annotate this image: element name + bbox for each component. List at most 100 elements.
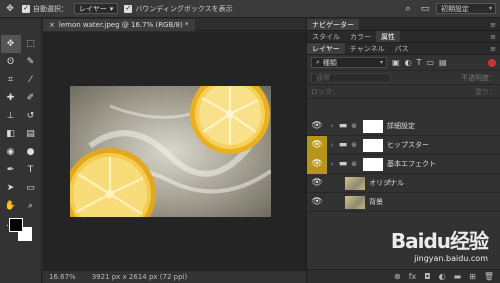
filter-toggle[interactable] [488,58,496,67]
eraser-tool-icon[interactable]: ◧ [1,125,21,143]
panel-menu-icon[interactable]: ≡ [486,19,500,30]
lock-row: ロック： 塗り： [307,85,500,99]
tab-navigator[interactable]: ナビゲーター [307,19,359,30]
close-icon[interactable]: × [49,21,55,29]
move-tool-icon[interactable]: ✥ [0,35,21,53]
path-select-tool-icon[interactable]: ➤ [1,179,21,197]
shape-tool-icon[interactable]: ▭ [21,179,41,197]
blend-mode-dropdown[interactable]: 通常 [311,72,391,83]
quick-select-tool-icon[interactable]: ✎ [21,53,41,71]
smart-object-filter-icon[interactable]: ▤ [439,58,447,67]
layer-kind-dropdown[interactable]: ⌕ 種類 [311,57,387,68]
eye-icon[interactable]: 👁 [307,117,327,136]
bounding-box-group[interactable]: ✓ バウンディングボックスを表示 [124,4,233,14]
color-swatches[interactable] [6,215,38,247]
fx-icon[interactable]: fx [409,272,417,281]
adjustment-layer-icon[interactable]: ◐ [439,272,446,281]
document-tab-bar: × lemon water.jpeg @ 16.7% (RGB/8) * [43,19,306,31]
zoom-tool-icon[interactable]: ⌕ [21,197,41,215]
new-group-icon[interactable]: ▬ [454,272,462,281]
bounding-box-checkbox[interactable]: ✓ [124,4,133,13]
layer-filter-row: ⌕ 種類 ▣ ◐ T ▭ ▤ [307,55,500,71]
eye-icon[interactable]: 👁 [307,174,327,193]
panel-menu-icon[interactable]: ≡ [486,31,500,42]
tab-styles[interactable]: スタイル [307,31,345,42]
layer-thumbnail[interactable] [345,195,365,209]
history-brush-tool-icon[interactable]: ↺ [21,107,41,125]
folder-icon: ▬ [338,159,348,169]
chevron-right-icon[interactable]: › [327,160,337,168]
layer-mask-thumbnail[interactable] [363,119,383,133]
layer-kind-label: 種類 [322,58,337,67]
folder-icon: ▬ [338,140,348,150]
pen-tool-icon[interactable]: ✒ [1,161,21,179]
layer-row[interactable]: 👁 › ▬ ⊗ 基本エフェクト [307,154,500,174]
type-tool-icon[interactable]: T [21,161,41,179]
tab-layers[interactable]: レイヤー [307,43,345,54]
eyedropper-tool-icon[interactable]: ⁄ [21,71,41,89]
document-info: 3921 px x 2614 px (72 ppi) [91,273,188,281]
link-icon: ⊗ [351,141,357,149]
baidu-logo: Baidu经验 [390,229,489,253]
document-tab[interactable]: × lemon water.jpeg @ 16.7% (RGB/8) * [43,19,195,31]
chevron-right-icon[interactable]: › [327,122,337,130]
hand-tool-icon[interactable]: ✋ [1,197,21,215]
new-layer-icon[interactable]: ⊞ [469,272,476,281]
auto-select-target-value: レイヤー [79,4,107,13]
link-layers-icon[interactable]: ⊗ [394,272,401,281]
tab-properties[interactable]: 属性 [376,31,400,42]
link-icon: ⊗ [351,122,357,130]
layer-mask-thumbnail[interactable] [363,138,383,152]
watermark: Baidu经验 jingyan.baidu.com [390,225,489,263]
eye-icon[interactable]: 👁 [307,135,327,155]
brush-tool-icon[interactable]: ✐ [21,89,41,107]
add-mask-icon[interactable]: ◘ [424,272,430,281]
pixel-filter-icon[interactable]: ▣ [392,58,400,67]
eye-icon[interactable]: 👁 [307,154,327,174]
layer-thumbnail[interactable] [345,176,365,190]
move-tool-icon[interactable]: ✥ [4,3,16,15]
marquee-tool-icon[interactable]: ⬚ [21,35,41,53]
tab-channels[interactable]: チャンネル [345,43,390,54]
tab-color[interactable]: カラー [345,31,376,42]
layer-row[interactable]: 👁 › ▬ ⊗ 詳細設定 [307,117,500,136]
layer-row[interactable]: 👁 オリジナル [307,174,500,193]
shape-filter-icon[interactable]: ▭ [426,58,434,67]
workspace-icon[interactable]: ▭ [419,3,431,15]
tab-paths[interactable]: パス [390,43,414,54]
stamp-tool-icon[interactable]: ⊥ [1,107,21,125]
layer-name: 詳細設定 [387,122,415,130]
foreground-color-swatch[interactable] [9,218,23,232]
dodge-tool-icon[interactable]: ● [21,143,41,161]
layers-list: 👁 › ▬ ⊗ 詳細設定 👁 › ▬ ⊗ ヒップスター 👁 › ▬ ⊗ 基本エフ… [307,117,500,212]
chevron-right-icon[interactable]: › [327,141,337,149]
search-icon[interactable]: ⌕ [402,3,414,15]
search-icon: ⌕ [316,58,320,66]
blur-tool-icon[interactable]: ◉ [1,143,21,161]
blend-row: 通常 不透明度： [307,71,500,85]
layer-row[interactable]: 👁 背景 [307,193,500,212]
layer-mask-thumbnail[interactable] [363,157,383,171]
zoom-level[interactable]: 16.67% [49,273,76,281]
panel-menu-icon[interactable]: ≡ [486,43,500,54]
eye-icon[interactable]: 👁 [307,193,327,212]
type-filter-icon[interactable]: T [417,58,422,67]
auto-select-checkbox[interactable]: ✓ [22,4,30,13]
layer-name: ヒップスター [387,141,429,149]
preset-value: 初期設定 [441,4,469,13]
trash-icon[interactable]: 🗑 [484,272,494,281]
layer-row[interactable]: 👁 › ▬ ⊗ ヒップスター [307,135,500,155]
auto-select-group[interactable]: ✓ 自動選択： [22,4,68,14]
layer-name: 背景 [369,198,383,206]
gradient-tool-icon[interactable]: ▤ [21,125,41,143]
fill-label: 塗り： [475,87,496,96]
healing-tool-icon[interactable]: ✚ [1,89,21,107]
adjustment-filter-icon[interactable]: ◐ [405,58,412,67]
lasso-tool-icon[interactable]: ʘ [1,53,21,71]
lock-label: ロック： [311,87,339,96]
crop-tool-icon[interactable]: ⌗ [1,71,21,89]
canvas-area[interactable] [43,32,306,270]
preset-dropdown[interactable]: 初期設定 [436,3,496,14]
layers-bottom-bar: ⊗ fx ◘ ◐ ▬ ⊞ 🗑 [307,269,500,283]
auto-select-target-dropdown[interactable]: レイヤー ▾ [74,3,119,14]
